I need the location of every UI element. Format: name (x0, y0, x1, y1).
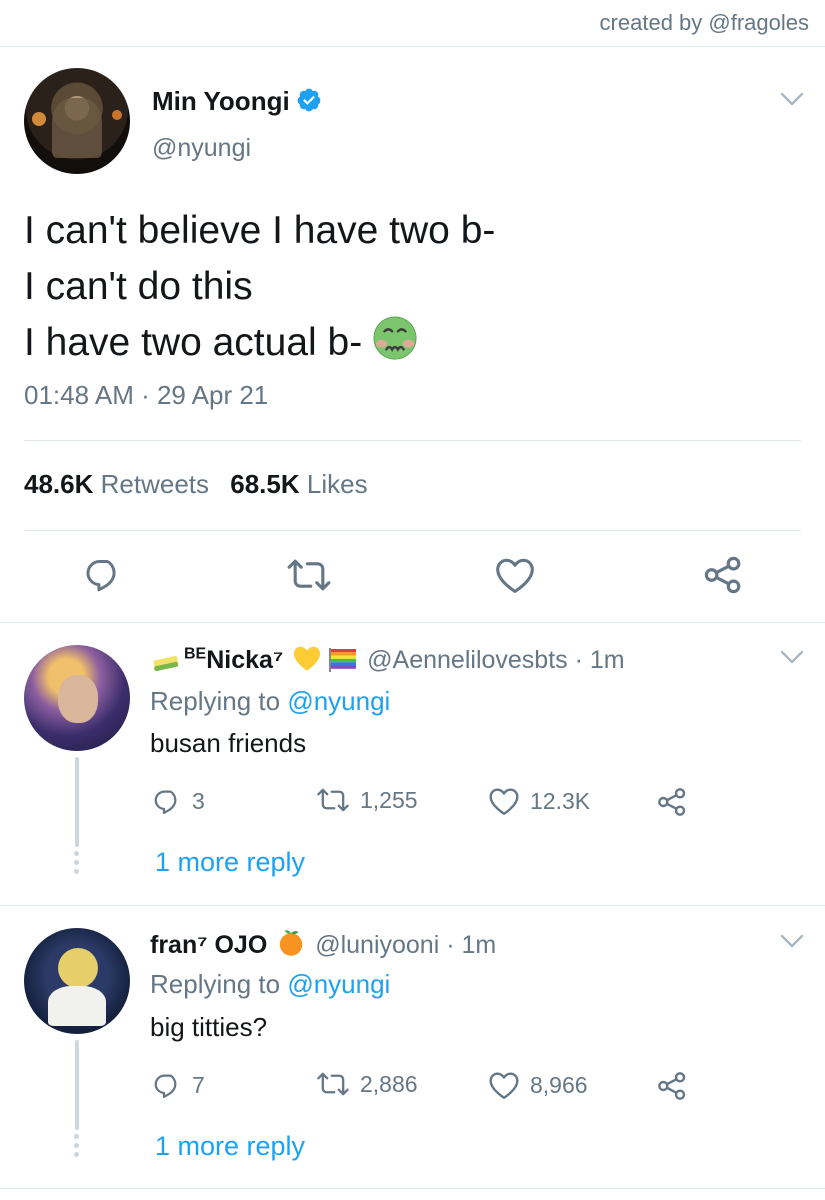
reply-name-prefix: BE (184, 645, 207, 663)
reply-time: · 1m (574, 646, 625, 674)
thread-dots (74, 1134, 80, 1161)
divider (0, 622, 825, 623)
like-button[interactable]: 12.3K (488, 786, 590, 816)
sponge-emoji (153, 655, 179, 672)
thread-dots (74, 851, 80, 878)
reply-icon (154, 1074, 177, 1098)
replying-label: Replying to (150, 969, 281, 999)
share-icon (658, 788, 686, 816)
tweet-line: I can't believe I have two b- (24, 209, 496, 252)
retweet-icon (317, 788, 349, 812)
reply-author-name: fran⁷ OJO (150, 931, 268, 959)
retweets-count[interactable]: 48.6K (24, 469, 93, 499)
avatar[interactable] (24, 645, 130, 751)
avatar[interactable] (24, 928, 130, 1034)
replying-label: Replying to (150, 686, 281, 716)
likes-label[interactable]: Likes (307, 469, 368, 499)
thread-line (75, 1040, 79, 1130)
reply-icon (154, 790, 177, 814)
replying-to-link[interactable]: @nyungi (287, 969, 390, 999)
retweet-button[interactable]: 2,886 (316, 1070, 418, 1098)
more-replies-link[interactable]: 1 more reply (155, 1131, 305, 1162)
reply-count: 7 (192, 1071, 205, 1098)
divider (24, 530, 801, 531)
reply-button[interactable]: 3 (152, 786, 205, 816)
divider (0, 905, 825, 906)
tweet-stats: 48.6K Retweets 68.5K Likes (24, 469, 368, 500)
share-icon (658, 1072, 686, 1100)
reply-text: big titties? (150, 1012, 268, 1042)
tweet-line: I can't do this (24, 265, 253, 308)
retweet-icon (317, 1072, 349, 1096)
tweet-line: I have two actual b- (24, 321, 363, 364)
like-icon[interactable] (494, 556, 536, 594)
credit-label: created by @fragoles (599, 10, 809, 35)
thread-line (75, 757, 79, 847)
share-icon[interactable] (702, 554, 744, 596)
author-handle[interactable]: @nyungi (152, 134, 251, 163)
like-count: 12.3K (530, 787, 591, 814)
yellow-heart-emoji (294, 646, 321, 671)
tangerine-emoji (280, 930, 303, 956)
chevron-down-icon[interactable] (780, 92, 804, 106)
reply-count: 3 (192, 787, 205, 814)
retweet-button[interactable]: 1,255 (316, 786, 418, 814)
reply-text: busan friends (150, 728, 307, 758)
reply-icon[interactable] (82, 554, 124, 594)
author-name: Min Yoongi (152, 86, 290, 116)
retweets-label[interactable]: Retweets (101, 469, 209, 499)
reply-actions: 3 1,255 12.3K (150, 786, 710, 820)
like-icon (489, 788, 519, 815)
like-count: 8,966 (530, 1071, 588, 1098)
more-replies-link[interactable]: 1 more reply (155, 847, 305, 878)
reply-header[interactable]: BENicka⁷ @Aennelilovesbts · 1m (150, 644, 625, 675)
reply-header[interactable]: fran⁷ OJO @luniyooni · 1m (150, 927, 496, 960)
tweet-text: I can't believe I have two b- I can't do… (24, 203, 495, 371)
nauseated-face-emoji (373, 316, 417, 360)
like-button[interactable]: 8,966 (488, 1070, 588, 1100)
reply-author-handle: @luniyooni (315, 931, 440, 959)
rainbow-flag-emoji (329, 648, 357, 672)
divider (0, 46, 825, 47)
reply-author-name: Nicka⁷ (206, 646, 284, 674)
reply-button[interactable]: 7 (152, 1070, 205, 1100)
reply-time: · 1m (446, 931, 497, 959)
reply-actions: 7 2,886 8,966 (150, 1070, 710, 1104)
author-name-row[interactable]: Min Yoongi (152, 86, 322, 117)
tweet-line-row: I have two actual b- (24, 315, 495, 371)
likes-count[interactable]: 68.5K (230, 469, 299, 499)
share-button[interactable] (656, 786, 698, 818)
chevron-down-icon[interactable] (780, 934, 804, 948)
divider (24, 440, 801, 441)
divider (0, 1188, 825, 1189)
avatar[interactable] (24, 68, 130, 174)
retweet-count: 2,886 (360, 1070, 418, 1097)
tweet-timestamp[interactable]: 01:48 AM · 29 Apr 21 (24, 380, 268, 411)
replying-to: Replying to @nyungi (150, 969, 390, 1000)
chevron-down-icon[interactable] (780, 650, 804, 664)
retweet-count: 1,255 (360, 786, 418, 813)
retweet-icon[interactable] (286, 556, 332, 594)
replying-to: Replying to @nyungi (150, 686, 390, 717)
replying-to-link[interactable]: @nyungi (287, 686, 390, 716)
reply-author-handle: @Aennelilovesbts (367, 646, 568, 674)
share-button[interactable] (656, 1070, 698, 1102)
like-icon (489, 1072, 519, 1099)
verified-badge-icon (297, 88, 321, 112)
